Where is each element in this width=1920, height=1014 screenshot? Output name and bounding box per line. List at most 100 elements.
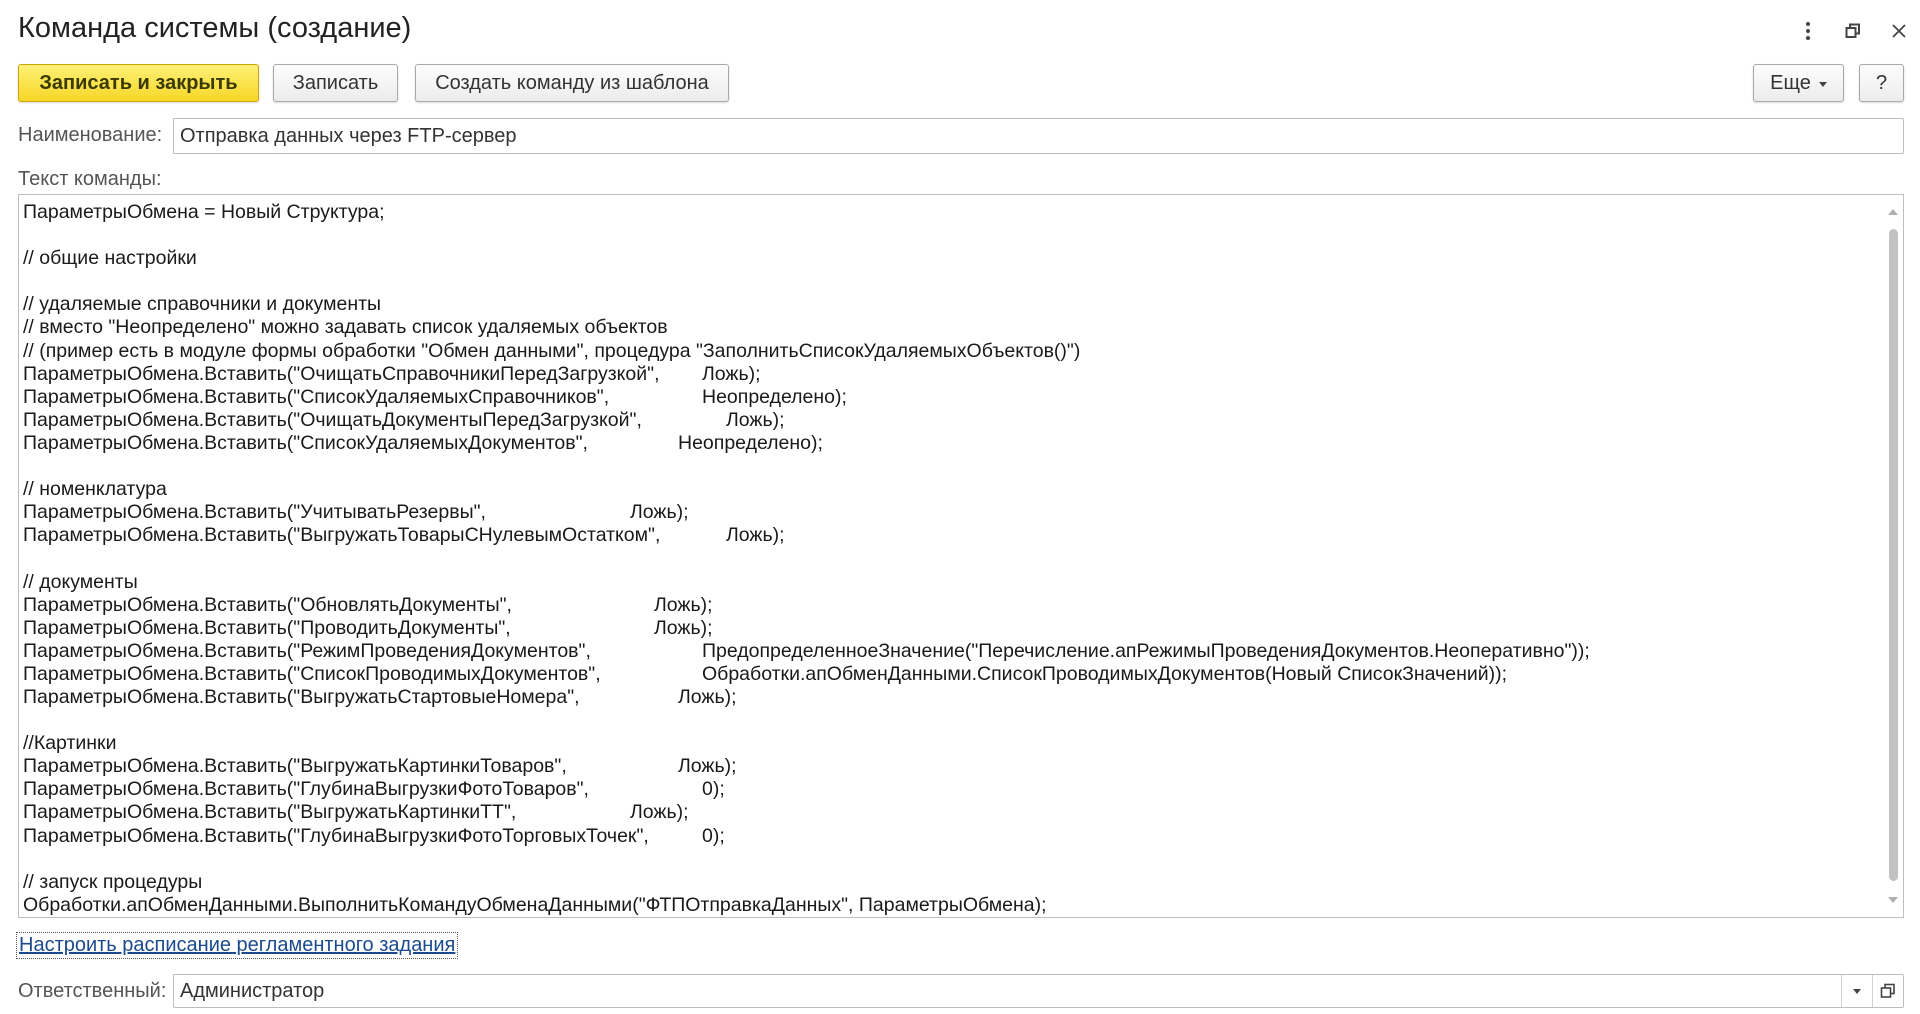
code-line-value: 0); <box>702 824 725 847</box>
code-line-text: // общие настройки <box>23 247 197 270</box>
vertical-scrollbar[interactable] <box>1883 195 1903 917</box>
code-line: Обработки.апОбменДанными.ВыполнитьКоманд… <box>23 894 1881 917</box>
chevron-down-icon <box>1853 988 1861 994</box>
code-line-text: // вместо "Неопределено" можно задавать … <box>23 316 668 339</box>
code-line: ПараметрыОбмена.Вставить("УчитыватьРезер… <box>23 501 1881 524</box>
schedule-link[interactable]: Настроить расписание регламентного задан… <box>15 932 459 959</box>
save-button[interactable]: Записать <box>273 64 398 102</box>
command-text-content: ПараметрыОбмена = Новый Структура; // общ… <box>23 201 1881 917</box>
code-line-value: Ложь); <box>630 801 689 824</box>
code-line-text: ПараметрыОбмена.Вставить("УчитыватьРезер… <box>23 501 486 524</box>
code-line: ПараметрыОбмена.Вставить("СписокУдаляемы… <box>23 386 1881 409</box>
code-line: ПараметрыОбмена.Вставить("ВыгружатьКарти… <box>23 801 1881 824</box>
code-line-value: Неопределено); <box>702 385 847 408</box>
chevron-down-icon <box>1818 81 1827 87</box>
code-line: // документы <box>23 571 1881 594</box>
name-label: Наименование: <box>18 124 163 146</box>
code-line-text: ПараметрыОбмена.Вставить("СписокУдаляемы… <box>23 431 588 454</box>
code-line-text: Обработки.апОбменДанными.ВыполнитьКоманд… <box>23 893 1047 916</box>
code-line: ПараметрыОбмена.Вставить("ГлубинаВыгрузк… <box>23 825 1881 848</box>
code-line: //Картинки <box>23 732 1881 755</box>
code-line: // номенклатура <box>23 478 1881 501</box>
code-line-text: ПараметрыОбмена.Вставить("ОчищатьДокумен… <box>23 408 642 431</box>
code-line-text: ПараметрыОбмена = Новый Структура; <box>23 201 385 223</box>
code-line: ПараметрыОбмена.Вставить("СписокПроводим… <box>23 663 1881 686</box>
code-line-value: Ложь); <box>702 362 761 385</box>
code-line-value: ПредопределенноеЗначение("Перечисление.а… <box>702 639 1590 662</box>
more-button-label: Еще <box>1770 71 1811 94</box>
code-line-text: ПараметрыОбмена.Вставить("ВыгружатьКарти… <box>23 755 567 778</box>
code-line: ПараметрыОбмена.Вставить("ГлубинаВыгрузк… <box>23 778 1881 801</box>
command-text-editor[interactable]: ПараметрыОбмена = Новый Структура; // общ… <box>18 194 1904 918</box>
close-icon[interactable] <box>1886 18 1912 44</box>
code-line-text: // удаляемые справочники и документы <box>23 293 382 316</box>
code-line-value: Неопределено); <box>678 431 823 454</box>
open-window-icon <box>1880 983 1895 998</box>
code-line: ПараметрыОбмена.Вставить("РежимПроведени… <box>23 640 1881 663</box>
code-line: // (пример есть в модуле формы обработки… <box>23 340 1881 363</box>
code-line-value: Ложь); <box>654 593 713 616</box>
scroll-up-icon[interactable] <box>1888 209 1898 215</box>
help-button[interactable]: ? <box>1859 64 1904 102</box>
code-line-text: // документы <box>23 570 138 593</box>
code-line-value: Ложь); <box>726 524 785 547</box>
create-from-template-button[interactable]: Создать команду из шаблона <box>415 64 729 102</box>
code-line-value: Ложь); <box>630 501 689 524</box>
code-line-value: Ложь); <box>678 755 737 778</box>
code-line: ПараметрыОбмена.Вставить("ОчищатьСправоч… <box>23 363 1881 386</box>
code-line-value: Ложь); <box>678 685 737 708</box>
code-line-text: ПараметрыОбмена.Вставить("ОчищатьСправоч… <box>23 362 660 385</box>
code-line-text: ПараметрыОбмена.Вставить("ГлубинаВыгрузк… <box>23 778 589 801</box>
scroll-down-icon[interactable] <box>1888 897 1898 903</box>
code-line-text: ПараметрыОбмена.Вставить("ГлубинаВыгрузк… <box>23 824 649 847</box>
code-line-text: ПараметрыОбмена.Вставить("СписокУдаляемы… <box>23 385 610 408</box>
code-line-value: 0); <box>702 778 725 801</box>
page-title: Команда системы (создание) <box>18 12 412 44</box>
code-line: ПараметрыОбмена.Вставить("ВыгружатьТовар… <box>23 524 1881 547</box>
code-line: ПараметрыОбмена.Вставить("ВыгружатьСтарт… <box>23 686 1881 709</box>
code-line: ПараметрыОбмена.Вставить("ОбновлятьДокум… <box>23 594 1881 617</box>
code-line-text: ПараметрыОбмена.Вставить("РежимПроведени… <box>23 639 591 662</box>
scroll-thumb[interactable] <box>1889 229 1898 881</box>
save-and-close-button[interactable]: Записать и закрыть <box>18 64 259 102</box>
responsible-field[interactable]: Администратор <box>173 974 1904 1008</box>
responsible-dropdown-button[interactable] <box>1841 975 1872 1007</box>
code-line: // удаляемые справочники и документы <box>23 293 1881 316</box>
code-line-text: ПараметрыОбмена.Вставить("ВыгружатьСтарт… <box>23 685 580 708</box>
command-form-window: Команда системы (создание) Записать и за… <box>0 0 1920 1014</box>
code-line: // запуск процедуры <box>23 871 1881 894</box>
more-button[interactable]: Еще <box>1753 64 1844 102</box>
code-line-value: Ложь); <box>726 408 785 431</box>
code-line-text: ПараметрыОбмена.Вставить("СписокПроводим… <box>23 662 601 685</box>
open-item-button[interactable] <box>1872 975 1903 1007</box>
code-line: // вместо "Неопределено" можно задавать … <box>23 316 1881 339</box>
code-line-text: ПараметрыОбмена.Вставить("ВыгружатьТовар… <box>23 524 661 547</box>
code-line-text: //Картинки <box>23 732 117 755</box>
code-line: // общие настройки <box>23 247 1881 270</box>
name-input[interactable]: Отправка данных через FTP-сервер <box>173 118 1904 154</box>
code-line-text: ПараметрыОбмена.Вставить("ПроводитьДокум… <box>23 616 511 639</box>
code-line: ПараметрыОбмена.Вставить("ПроводитьДокум… <box>23 617 1881 640</box>
code-line-value: Обработки.апОбменДанными.СписокПроводимы… <box>702 662 1508 685</box>
more-vertical-icon[interactable] <box>1795 18 1821 44</box>
code-line: ПараметрыОбмена = Новый Структура; <box>23 201 1881 224</box>
code-line-text: // номенклатура <box>23 478 167 501</box>
code-line-text: ПараметрыОбмена.Вставить("ОбновлятьДокум… <box>23 593 512 616</box>
code-line-text: // (пример есть в модуле формы обработки… <box>23 339 1081 362</box>
code-line: ПараметрыОбмена.Вставить("ВыгружатьКарти… <box>23 755 1881 778</box>
responsible-label: Ответственный: <box>18 980 167 1002</box>
code-line-value: Ложь); <box>654 616 713 639</box>
responsible-value: Администратор <box>180 979 325 1002</box>
code-line: ПараметрыОбмена.Вставить("СписокУдаляемы… <box>23 432 1881 455</box>
code-line-text: ПараметрыОбмена.Вставить("ВыгружатьКарти… <box>23 801 517 824</box>
command-text-label: Текст команды: <box>18 168 162 190</box>
restore-window-icon[interactable] <box>1840 18 1866 44</box>
code-line-text: // запуск процедуры <box>23 870 203 893</box>
code-line: ПараметрыОбмена.Вставить("ОчищатьДокумен… <box>23 409 1881 432</box>
